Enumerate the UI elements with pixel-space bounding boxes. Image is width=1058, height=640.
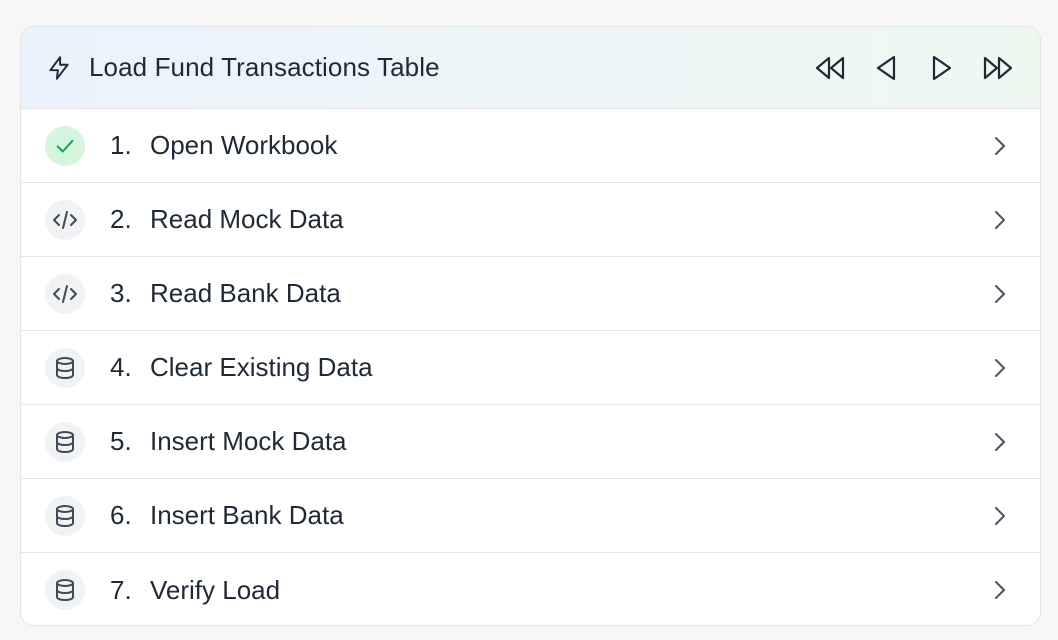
step-label: Insert Bank Data	[150, 500, 344, 530]
step-row-insert-bank-data[interactable]: 6. Insert Bank Data	[21, 479, 1040, 553]
chevron-right-icon	[990, 210, 1010, 230]
step-list: 1. Open Workbook 2. Read Mock Data 3. Re…	[21, 109, 1040, 625]
step-row-clear-existing-data[interactable]: 4. Clear Existing Data	[21, 331, 1040, 405]
database-icon	[45, 421, 85, 462]
chevron-right-icon	[990, 506, 1010, 526]
database-icon	[45, 495, 85, 536]
step-row-verify-load[interactable]: 7. Verify Load	[21, 553, 1040, 625]
step-row-insert-mock-data[interactable]: 5. Insert Mock Data	[21, 405, 1040, 479]
chevron-right-icon	[990, 358, 1010, 378]
step-forward-icon[interactable]	[924, 50, 960, 86]
step-label: Verify Load	[150, 574, 281, 605]
lightning-icon	[45, 54, 73, 82]
step-number: 7.	[110, 574, 132, 605]
step-number: 3.	[110, 278, 132, 308]
workflow-card: Load Fund Transactions Table 1. Open Wor…	[20, 26, 1041, 626]
chevron-right-icon	[990, 432, 1010, 452]
chevron-right-icon	[990, 136, 1010, 156]
step-number: 1.	[110, 130, 132, 160]
code-icon	[45, 199, 85, 240]
check-icon	[45, 125, 85, 166]
step-number: 2.	[110, 204, 132, 234]
database-icon	[45, 570, 85, 610]
step-label: Read Mock Data	[150, 204, 344, 234]
step-label: Open Workbook	[150, 130, 338, 160]
step-label: Read Bank Data	[150, 278, 341, 308]
step-row-read-mock-data[interactable]: 2. Read Mock Data	[21, 183, 1040, 257]
database-icon	[45, 347, 85, 388]
step-label: Clear Existing Data	[150, 352, 373, 382]
step-back-icon[interactable]	[868, 50, 904, 86]
step-number: 6.	[110, 500, 132, 530]
playback-controls	[812, 50, 1016, 86]
rewind-icon[interactable]	[812, 50, 848, 86]
code-icon	[45, 273, 85, 314]
step-number: 4.	[110, 352, 132, 382]
step-label: Insert Mock Data	[150, 426, 347, 456]
workflow-header: Load Fund Transactions Table	[21, 27, 1040, 109]
workflow-title: Load Fund Transactions Table	[89, 52, 440, 82]
step-row-open-workbook[interactable]: 1. Open Workbook	[21, 109, 1040, 183]
step-row-read-bank-data[interactable]: 3. Read Bank Data	[21, 257, 1040, 331]
fast-forward-icon[interactable]	[980, 50, 1016, 86]
step-number: 5.	[110, 426, 132, 456]
chevron-right-icon	[990, 284, 1010, 304]
chevron-right-icon	[990, 580, 1010, 600]
